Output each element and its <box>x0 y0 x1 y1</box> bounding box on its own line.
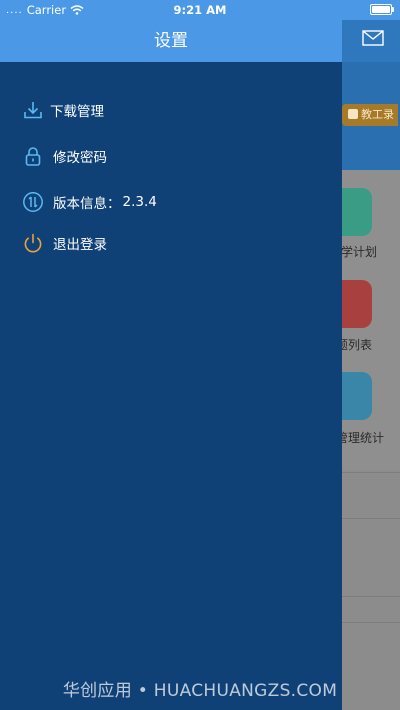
staff-directory-label: 教工录 <box>361 108 394 121</box>
background-divider <box>342 596 400 597</box>
version-number: 2.3.4 <box>122 194 157 210</box>
menu-item-download-management[interactable]: 下载管理 <box>22 96 104 124</box>
drawer-title: 设置 <box>154 31 188 51</box>
background-divider <box>342 518 400 519</box>
background-divider <box>342 622 400 623</box>
download-icon <box>22 99 44 121</box>
menu-item-change-password[interactable]: 修改密码 <box>22 142 107 170</box>
screen: 教工录 学计划 题列表 管理统计 .... Carrier 9:21 AM 设置… <box>0 0 400 710</box>
lock-icon <box>22 145 44 167</box>
settings-drawer: 设置 下载管理 修改密码 版本信息： 2.3.4 退出登录 <box>0 0 342 710</box>
menu-label-logout: 退出登录 <box>53 237 107 253</box>
tile-label-stats: 管理统计 <box>336 431 385 445</box>
status-time: 9:21 AM <box>173 3 227 17</box>
background-divider <box>342 472 400 473</box>
menu-item-version-info[interactable]: 版本信息： 2.3.4 <box>22 188 157 216</box>
menu-label-download-management: 下载管理 <box>50 104 104 120</box>
contact-card-icon <box>348 109 358 119</box>
battery-level <box>372 6 390 13</box>
menu-label-change-password: 修改密码 <box>53 150 107 166</box>
drawer-header: 设置 <box>0 20 342 62</box>
menu-label-version-info: 版本信息： <box>53 196 121 212</box>
status-bar: .... Carrier 9:21 AM <box>0 0 400 20</box>
battery-icon <box>370 4 394 15</box>
watermark-text: 华创应用 • HUACHUANGZS.COM <box>62 681 338 701</box>
power-icon <box>22 232 44 254</box>
menu-item-logout[interactable]: 退出登录 <box>22 229 107 257</box>
staff-directory-badge[interactable]: 教工录 <box>342 104 398 126</box>
version-icon <box>22 191 44 213</box>
mail-icon[interactable] <box>362 30 384 46</box>
tile-label-plan: 学计划 <box>341 245 378 259</box>
